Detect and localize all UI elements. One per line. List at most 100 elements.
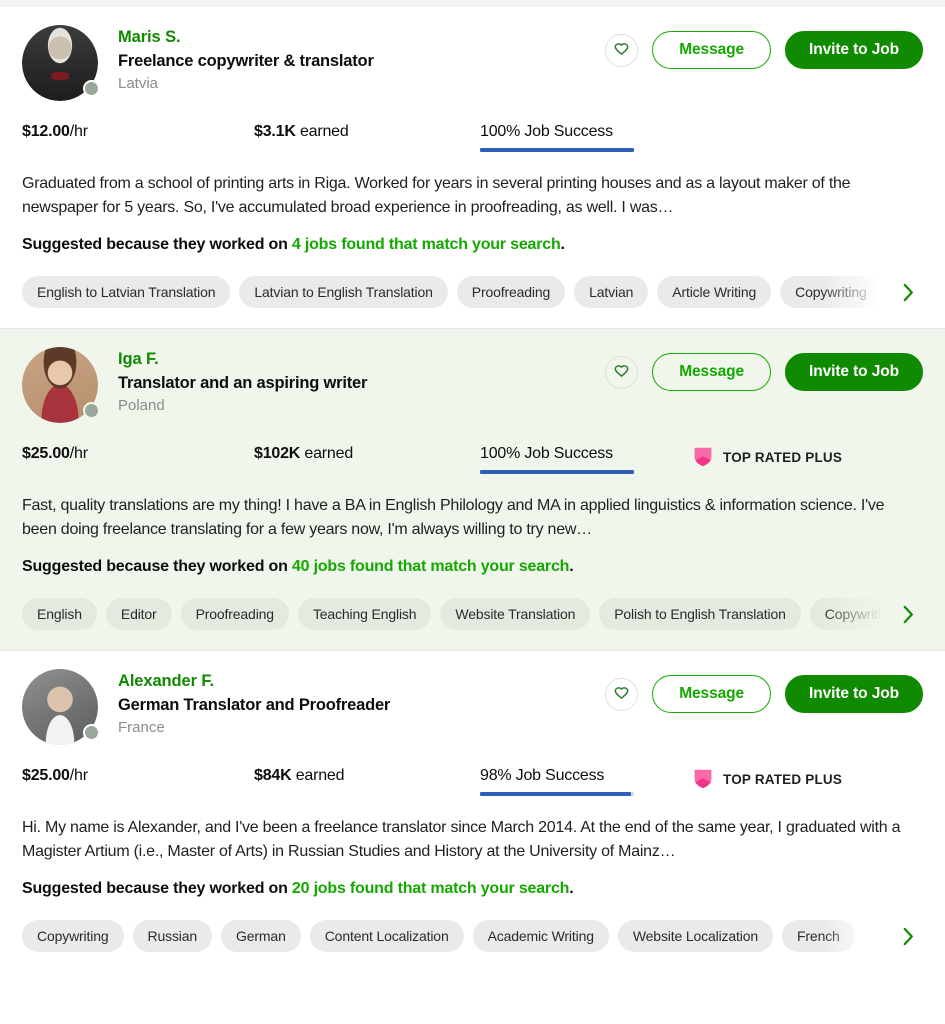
- freelancer-title: German Translator and Proofreader: [118, 694, 605, 716]
- invite-to-job-button[interactable]: Invite to Job: [785, 675, 923, 713]
- skill-tag[interactable]: Editor: [106, 598, 172, 630]
- hourly-rate-amount: $12.00: [22, 123, 70, 140]
- job-success-score: 98% Job Success: [480, 767, 692, 796]
- job-success-label: 100% Job Success: [480, 445, 692, 463]
- job-success-label: 100% Job Success: [480, 123, 692, 141]
- skill-tag[interactable]: English: [22, 598, 97, 630]
- message-button[interactable]: Message: [652, 353, 771, 391]
- skill-tag[interactable]: Copywriting: [22, 920, 124, 952]
- skill-tag[interactable]: French: [782, 920, 855, 952]
- freelancer-description: Fast, quality translations are my thing!…: [22, 494, 923, 542]
- job-success-bar-fill: [480, 148, 634, 152]
- avatar[interactable]: [22, 25, 98, 101]
- suggested-jobs-link[interactable]: 20 jobs found that match your search: [292, 880, 569, 897]
- total-earned-label: earned: [300, 445, 353, 462]
- skill-tags-scroller[interactable]: English Editor Proofreading Teaching Englis…: [22, 598, 891, 630]
- invite-to-job-button[interactable]: Invite to Job: [785, 353, 923, 391]
- skill-tag[interactable]: Proofreading: [457, 276, 565, 308]
- skill-tag[interactable]: Copywriting: [780, 276, 882, 308]
- freelancer-location: Poland: [118, 396, 605, 416]
- suggested-suffix: .: [561, 236, 565, 253]
- freelancer-name-link[interactable]: Alexander F.: [118, 671, 605, 692]
- skill-tags-next-button[interactable]: [893, 927, 923, 946]
- availability-status-dot: [83, 724, 100, 741]
- suggested-reason: Suggested because they worked on 4 jobs …: [22, 236, 923, 254]
- avatar[interactable]: [22, 669, 98, 745]
- heart-icon: [613, 364, 630, 381]
- freelancer-cards-container: Maris S.Freelance copywriter & translato…: [0, 7, 945, 972]
- hourly-rate: $25.00/hr: [22, 767, 254, 785]
- freelancer-name-link[interactable]: Iga F.: [118, 349, 605, 370]
- skill-tag[interactable]: English to Latvian Translation: [22, 276, 230, 308]
- top-rated-plus-badge: TOP RATED PLUS: [692, 445, 842, 468]
- total-earned: $84K earned: [254, 767, 480, 785]
- freelancer-results-list: Maris S.Freelance copywriter & translato…: [0, 0, 945, 1024]
- top-rated-label: TOP RATED PLUS: [723, 772, 842, 787]
- skill-tags-next-button[interactable]: [893, 605, 923, 624]
- suggested-jobs-link[interactable]: 4 jobs found that match your search: [292, 236, 561, 253]
- skill-tag[interactable]: Website Localization: [618, 920, 773, 952]
- top-rated-label: TOP RATED PLUS: [723, 450, 842, 465]
- skill-tag[interactable]: Latvian: [574, 276, 648, 308]
- job-success-label: 98% Job Success: [480, 767, 692, 785]
- suggested-reason: Suggested because they worked on 20 jobs…: [22, 880, 923, 898]
- hourly-rate-unit: /hr: [70, 767, 88, 784]
- chevron-right-icon: [901, 605, 916, 624]
- hourly-rate-unit: /hr: [70, 445, 88, 462]
- save-favorite-button[interactable]: [605, 34, 638, 67]
- skill-tag[interactable]: Academic Writing: [473, 920, 609, 952]
- skill-tags-scroller[interactable]: Copywriting RussianGerman Content Localiza…: [22, 920, 891, 952]
- job-success-bar-fill: [480, 470, 634, 474]
- total-earned-amount: $84K: [254, 767, 291, 784]
- availability-status-dot: [83, 402, 100, 419]
- suggested-jobs-link[interactable]: 40 jobs found that match your search: [292, 558, 569, 575]
- shield-badge-icon: [692, 768, 714, 790]
- avatar[interactable]: [22, 347, 98, 423]
- job-success-score: 100% Job Success: [480, 445, 692, 474]
- skill-tags-row: English Editor Proofreading Teaching Englis…: [22, 598, 923, 630]
- freelancer-name-link[interactable]: Maris S.: [118, 27, 605, 48]
- skill-tag[interactable]: Website Translation: [440, 598, 590, 630]
- suggested-reason: Suggested because they worked on 40 jobs…: [22, 558, 923, 576]
- skill-tag[interactable]: Proofreading: [181, 598, 289, 630]
- freelancer-description: Hi. My name is Alexander, and I've been …: [22, 816, 923, 864]
- heart-icon: [613, 686, 630, 703]
- freelancer-title: Freelance copywriter & translator: [118, 50, 605, 72]
- skill-tag[interactable]: Teaching English: [298, 598, 431, 630]
- hourly-rate: $12.00/hr: [22, 123, 254, 141]
- job-success-score: 100% Job Success: [480, 123, 692, 152]
- skill-tags-next-button[interactable]: [893, 283, 923, 302]
- skill-tags-scroller[interactable]: English to Latvian Translation Latvian to…: [22, 276, 891, 308]
- skill-tag[interactable]: German: [221, 920, 301, 952]
- suggested-prefix: Suggested because they worked on: [22, 880, 292, 897]
- suggested-prefix: Suggested because they worked on: [22, 236, 292, 253]
- skill-tag[interactable]: Article Writing: [657, 276, 771, 308]
- save-favorite-button[interactable]: [605, 678, 638, 711]
- hourly-rate-amount: $25.00: [22, 767, 70, 784]
- card-actions: Message Invite to Job: [605, 669, 923, 713]
- freelancer-stats: $12.00/hr$3.1K earned100% Job Success: [22, 123, 923, 152]
- chevron-right-icon: [901, 927, 916, 946]
- suggested-suffix: .: [569, 558, 573, 575]
- freelancer-card[interactable]: Maris S.Freelance copywriter & translato…: [0, 7, 945, 329]
- card-actions: Message Invite to Job: [605, 347, 923, 391]
- invite-to-job-button[interactable]: Invite to Job: [785, 31, 923, 69]
- job-success-bar-fill: [480, 792, 631, 796]
- total-earned-amount: $102K: [254, 445, 300, 462]
- skill-tag[interactable]: Content Localization: [310, 920, 464, 952]
- shield-badge-icon: [692, 446, 714, 468]
- freelancer-identity: Alexander F.German Translator and Proofr…: [118, 669, 605, 738]
- message-button[interactable]: Message: [652, 31, 771, 69]
- heart-icon: [613, 42, 630, 59]
- freelancer-card[interactable]: Alexander F.German Translator and Proofr…: [0, 651, 945, 972]
- freelancer-card[interactable]: Iga F.Translator and an aspiring writerP…: [0, 329, 945, 651]
- save-favorite-button[interactable]: [605, 356, 638, 389]
- freelancer-description: Graduated from a school of printing arts…: [22, 172, 923, 220]
- skill-tag[interactable]: Latvian to English Translation: [239, 276, 447, 308]
- skill-tag[interactable]: Polish to English Translation: [599, 598, 801, 630]
- hourly-rate-amount: $25.00: [22, 445, 70, 462]
- skill-tag[interactable]: Russian: [133, 920, 213, 952]
- message-button[interactable]: Message: [652, 675, 771, 713]
- skill-tag[interactable]: Copywriting: [810, 598, 891, 630]
- hourly-rate-unit: /hr: [70, 123, 88, 140]
